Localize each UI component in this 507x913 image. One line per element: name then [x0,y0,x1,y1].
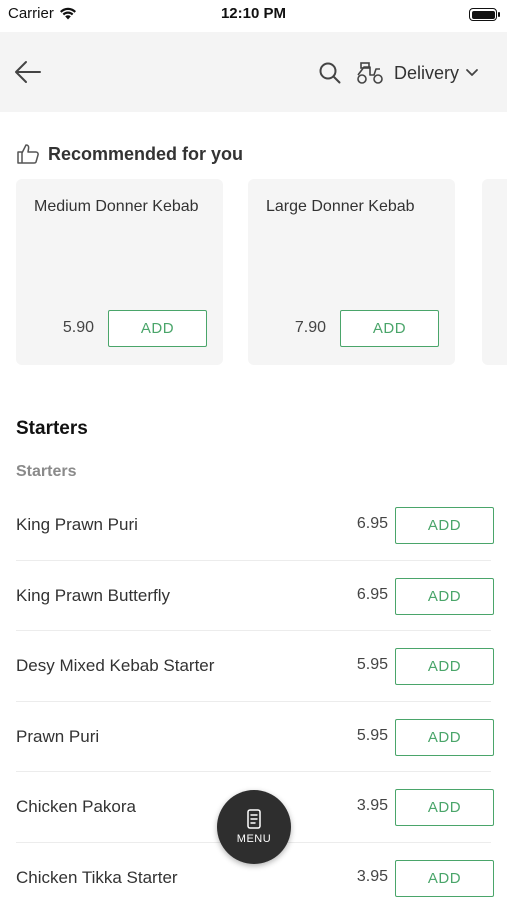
search-icon[interactable] [318,61,342,85]
item-price: 6.95 [357,515,388,533]
section-title: Starters [16,418,88,440]
menu-button[interactable]: MENU [217,790,291,864]
item-name: King Prawn Butterfly [16,586,170,606]
recommended-header: Recommended for you [16,143,243,165]
recommended-card[interactable]: Large Donner Kebab 7.90 ADD [248,179,455,365]
card-item-name: Medium Donner Kebab [34,197,204,217]
thumbs-up-icon [16,143,40,165]
back-arrow-icon[interactable] [14,59,42,85]
chevron-down-icon [465,68,479,78]
add-button[interactable]: ADD [395,789,494,826]
top-header: Delivery [0,32,507,112]
recommended-card-partial[interactable] [482,179,507,365]
item-price: 6.95 [357,586,388,604]
recommended-title: Recommended for you [48,144,243,165]
battery-icon [469,8,497,21]
add-button[interactable]: ADD [395,648,494,685]
add-button[interactable]: ADD [340,310,439,347]
subsection-title: Starters [16,463,76,481]
add-button[interactable]: ADD [108,310,207,347]
list-item[interactable]: King Prawn Puri 6.95 ADD [16,490,491,561]
item-price: 5.95 [357,727,388,745]
status-time: 12:10 PM [0,5,507,22]
item-name: Chicken Tikka Starter [16,868,178,888]
card-item-price: 5.90 [16,319,94,337]
delivery-selector[interactable]: Delivery [356,61,479,85]
scooter-icon [356,61,384,85]
list-item[interactable]: Prawn Puri 5.95 ADD [16,702,491,773]
header-actions: Delivery [318,61,479,85]
card-item-price: 7.90 [248,319,326,337]
recommended-card[interactable]: Medium Donner Kebab 5.90 ADD [16,179,223,365]
item-price: 3.95 [357,868,388,886]
menu-card-icon [246,809,262,829]
delivery-label: Delivery [394,63,459,84]
list-item[interactable]: Desy Mixed Kebab Starter 5.95 ADD [16,631,491,702]
add-button[interactable]: ADD [395,507,494,544]
item-name: Desy Mixed Kebab Starter [16,656,214,676]
menu-button-label: MENU [237,833,271,845]
recommended-carousel[interactable]: Medium Donner Kebab 5.90 ADD Large Donne… [16,179,507,365]
item-price: 3.95 [357,797,388,815]
add-button[interactable]: ADD [395,578,494,615]
list-item[interactable]: King Prawn Butterfly 6.95 ADD [16,561,491,632]
item-name: King Prawn Puri [16,515,138,535]
card-item-name: Large Donner Kebab [266,197,436,217]
item-price: 5.95 [357,656,388,674]
add-button[interactable]: ADD [395,719,494,756]
item-name: Chicken Pakora [16,797,136,817]
status-bar: Carrier 12:10 PM [0,0,507,30]
add-button[interactable]: ADD [395,860,494,897]
item-name: Prawn Puri [16,727,99,747]
